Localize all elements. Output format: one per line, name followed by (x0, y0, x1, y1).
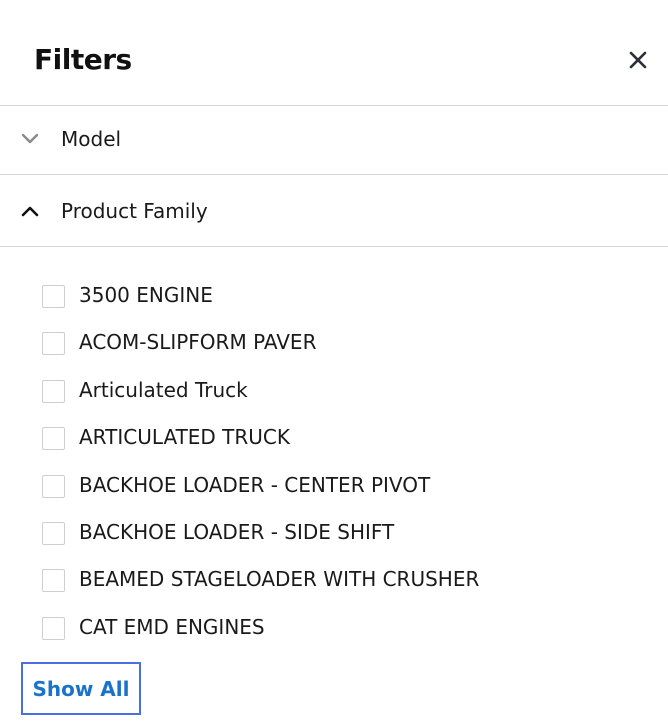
checkbox[interactable] (42, 380, 65, 403)
chevron-up-icon (21, 206, 39, 217)
section-model-label: Model (61, 127, 122, 151)
section-model-toggle[interactable]: Model (0, 106, 668, 175)
option-label: Articulated Truck (79, 378, 248, 402)
close-icon (629, 51, 647, 69)
checkbox[interactable] (42, 617, 65, 640)
option-label: ACOM-SLIPFORM PAVER (79, 330, 317, 354)
option-label: 3500 ENGINE (79, 283, 213, 307)
close-button[interactable] (622, 44, 654, 76)
chevron-down-icon (21, 133, 39, 144)
checkbox[interactable] (42, 475, 65, 498)
option-label: ARTICULATED TRUCK (79, 425, 291, 449)
section-product-family-label: Product Family (61, 199, 208, 223)
filters-header: Filters (0, 0, 668, 106)
section-product-family-toggle[interactable]: Product Family (0, 175, 668, 247)
checkbox[interactable] (42, 285, 65, 308)
option-label: BACKHOE LOADER - SIDE SHIFT (79, 520, 395, 544)
checkbox[interactable] (42, 427, 65, 450)
option-label: BEAMED STAGELOADER WITH CRUSHER (79, 567, 480, 591)
checkbox[interactable] (42, 522, 65, 545)
show-all-button[interactable]: Show All (21, 662, 141, 715)
option-label: BACKHOE LOADER - CENTER PIVOT (79, 473, 431, 497)
checkbox[interactable] (42, 332, 65, 355)
filters-title: Filters (34, 43, 132, 76)
option-label: CAT EMD ENGINES (79, 615, 265, 639)
checkbox[interactable] (42, 569, 65, 592)
filters-panel: Filters Model Product Family 3500 ENGINE… (0, 0, 668, 726)
